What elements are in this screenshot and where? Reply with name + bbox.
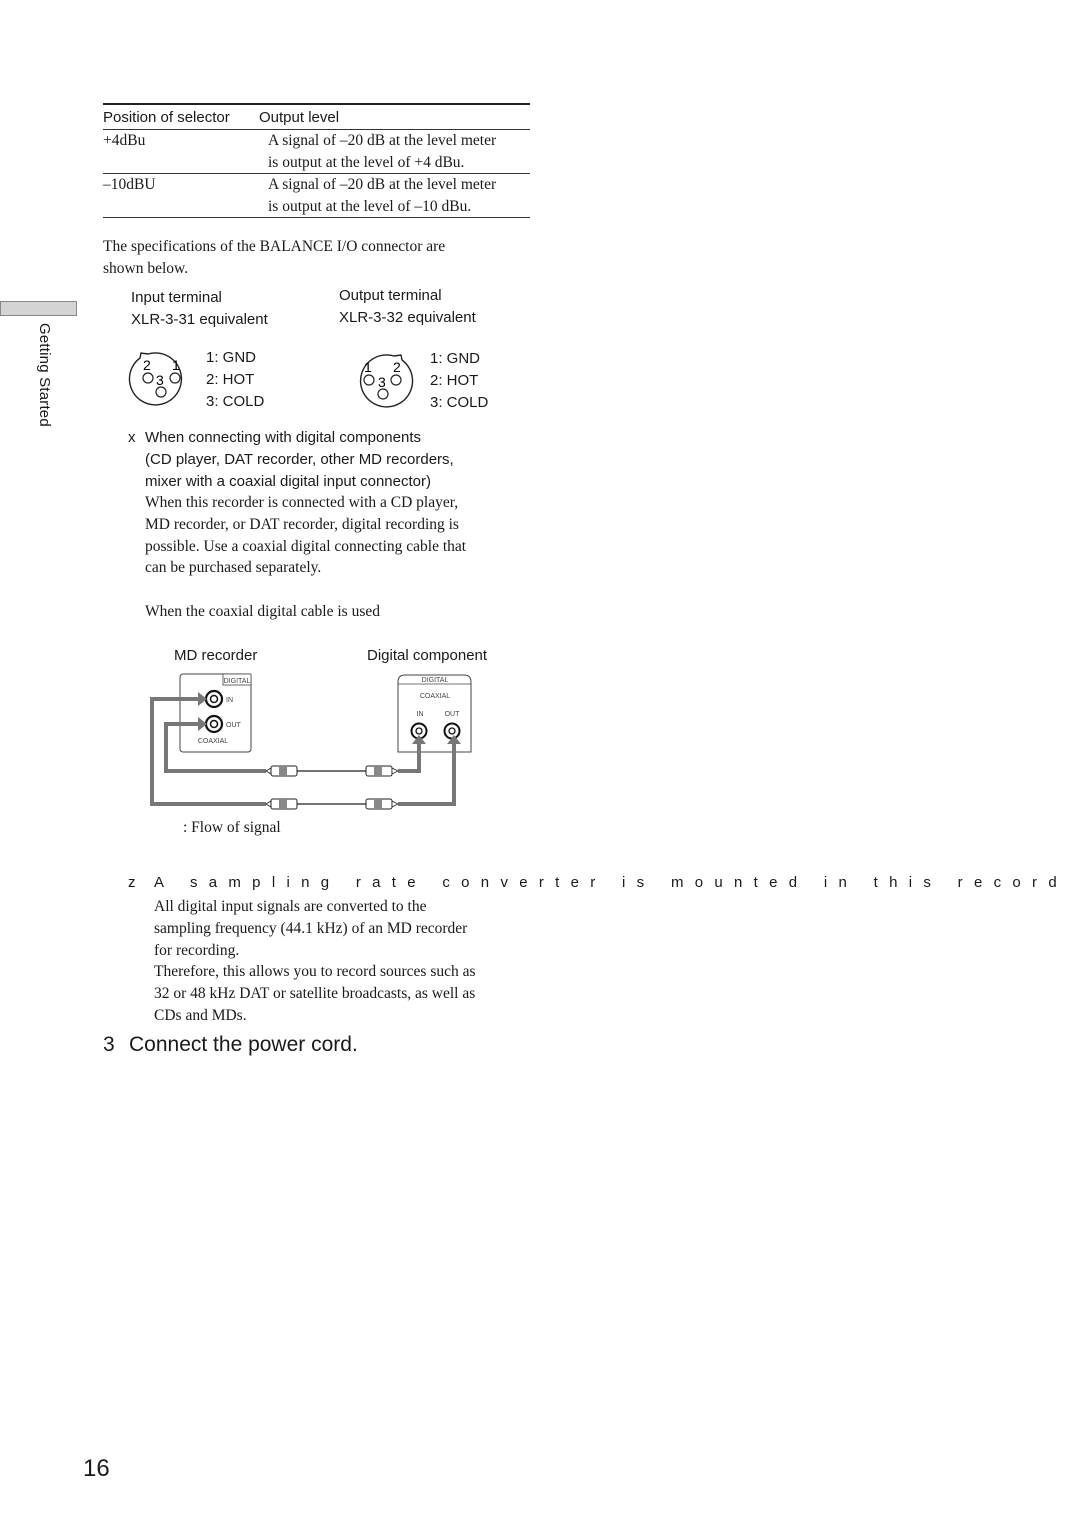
pin-number: 3 <box>378 374 386 390</box>
heading-line: (CD player, DAT recorder, other MD recor… <box>145 450 454 468</box>
digital-bullet: x <box>128 429 136 446</box>
signal-flow-legend: : Flow of signal <box>183 819 281 836</box>
heading-line: When connecting with digital components <box>145 429 421 446</box>
pin-number: 1 <box>364 359 372 375</box>
cable-caption: When the coaxial digital cable is used <box>145 603 380 620</box>
pin-gnd: 1: GND <box>206 349 257 366</box>
body-line: MD recorder, or DAT recorder, digital re… <box>145 515 459 533</box>
jack-label-out: OUT <box>445 711 461 718</box>
panel-subheader: COAXIAL <box>420 693 450 700</box>
digital-heading: When connecting with digital components … <box>145 427 454 492</box>
body-line: can be purchased separately. <box>145 559 322 577</box>
digital-component-label: Digital component <box>367 647 488 664</box>
output-pin-list: 1: GND 2: HOT 3: COLD <box>430 348 488 413</box>
coaxial-out-jack-icon <box>204 714 224 734</box>
md-recorder-panel: DIGITAL IN OUT COAXIAL <box>179 673 252 753</box>
pin-number: 3 <box>156 372 164 388</box>
pin-cold: 3: COLD <box>206 392 265 410</box>
output-terminal-subtitle: XLR-3-32 equivalent <box>339 309 476 326</box>
coaxial-cable-icon <box>265 798 399 810</box>
cell-line: A signal of –20 dB at the level meter <box>268 176 497 193</box>
note-line: CDs and MDs. <box>154 1006 247 1024</box>
section-side-label: Getting Started <box>36 323 53 427</box>
note-line: sampling frequency (44.1 kHz) of an MD r… <box>154 919 468 937</box>
cell-line: is output at the level of –10 dBu. <box>268 197 472 215</box>
page-number: 16 <box>83 1455 110 1482</box>
cell-line: A signal of –20 dB at the level meter <box>268 132 497 149</box>
section-tab-marker <box>0 301 77 316</box>
pin-number: 2 <box>393 359 401 375</box>
pin-number: 1 <box>172 357 180 373</box>
digital-body: When this recorder is connected with a C… <box>145 492 466 579</box>
pin-hot: 2: HOT <box>430 371 479 389</box>
coaxial-out-jack-icon <box>443 722 461 740</box>
md-recorder-label: MD recorder <box>174 647 258 664</box>
body-line: possible. Use a coaxial digital connecti… <box>145 537 467 555</box>
table-row: –10dBU A signal of –20 dB at the level m… <box>103 174 530 218</box>
note-line: for recording. <box>154 941 240 959</box>
output-terminal-heading: Output terminal XLR-3-32 equivalent <box>339 285 476 329</box>
step-number: 3 <box>103 1033 115 1056</box>
balance-intro: The specifications of the BALANCE I/O co… <box>103 236 445 280</box>
panel-header: DIGITAL <box>224 678 251 685</box>
cell-output-level: A signal of –20 dB at the level meter is… <box>268 130 530 173</box>
coaxial-in-jack-icon <box>204 689 224 709</box>
cell-position: +4dBu <box>103 132 146 149</box>
xlr-female-connector-icon: 2 1 3 <box>128 352 183 406</box>
jack-label-in: IN <box>417 711 424 718</box>
table-row: +4dBu A signal of –20 dB at the level me… <box>103 130 530 174</box>
pin-gnd: 1: GND <box>430 350 481 367</box>
text-line: The specifications of the BALANCE I/O co… <box>103 238 446 255</box>
coaxial-connection-diagram: DIGITAL IN OUT COAXIAL DIGITAL COAXIAL I… <box>150 673 472 810</box>
pin-number: 2 <box>143 357 151 373</box>
coaxial-cable-icon <box>265 765 399 777</box>
output-level-table: Position of selector Output level +4dBu … <box>103 103 530 218</box>
note-line: All digital input signals are converted … <box>154 898 427 915</box>
cell-line: is output at the level of +4 dBu. <box>268 153 465 171</box>
digital-component-panel: DIGITAL COAXIAL IN OUT <box>397 674 472 753</box>
pin-hot: 2: HOT <box>206 370 255 388</box>
panel-header: DIGITAL <box>422 677 449 684</box>
heading-line: mixer with a coaxial digital input conne… <box>145 472 431 490</box>
pin-cold: 3: COLD <box>430 393 489 411</box>
body-line: When this recorder is connected with a C… <box>145 494 459 511</box>
input-terminal-title: Input terminal <box>131 289 222 306</box>
jack-label-out: OUT <box>226 722 242 729</box>
input-terminal-heading: Input terminal XLR-3-31 equivalent <box>131 287 268 331</box>
note-heading: A sampling rate converter is mounted in … <box>154 874 1068 891</box>
table-header: Position of selector Output level <box>103 105 530 130</box>
header-output-level: Output level <box>259 108 340 126</box>
panel-footer: COAXIAL <box>198 738 228 745</box>
text-line: shown below. <box>103 259 189 277</box>
output-terminal-title: Output terminal <box>339 287 442 304</box>
step-heading: Connect the power cord. <box>129 1033 358 1056</box>
cell-position: –10dBU <box>103 176 156 193</box>
jack-label-in: IN <box>226 697 233 704</box>
input-pin-list: 1: GND 2: HOT 3: COLD <box>206 347 264 412</box>
xlr-male-connector-icon: 1 2 3 <box>359 354 414 408</box>
header-position: Position of selector <box>103 108 230 126</box>
note-line: Therefore, this allows you to record sou… <box>154 963 476 981</box>
input-terminal-subtitle: XLR-3-31 equivalent <box>131 311 268 328</box>
note-bullet: z <box>128 874 136 891</box>
cell-output-level: A signal of –20 dB at the level meter is… <box>268 174 530 217</box>
note-body: All digital input signals are converted … <box>154 896 476 1027</box>
note-line: 32 or 48 kHz DAT or satellite broadcasts… <box>154 985 476 1003</box>
